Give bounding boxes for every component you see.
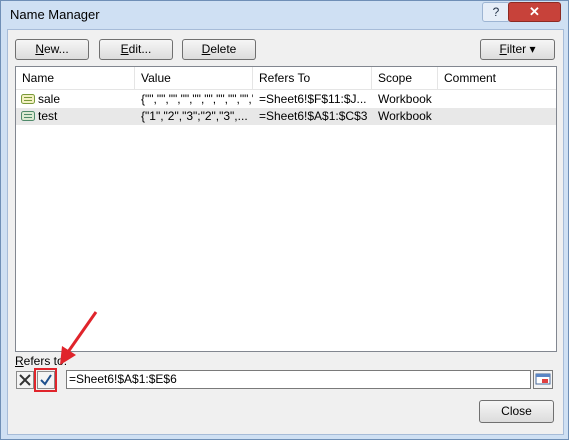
column-header-refers-to[interactable]: Refers To <box>253 67 372 89</box>
edit-accel: E <box>120 42 129 56</box>
table-row[interactable]: sale {"","","","","","","","","","... =S… <box>16 91 556 108</box>
close-button[interactable]: Close <box>479 400 554 423</box>
row-name: test <box>38 109 58 123</box>
refers-accel: R <box>15 354 24 368</box>
column-header-scope[interactable]: Scope <box>372 67 438 89</box>
delete-button[interactable]: Delete <box>182 39 256 60</box>
new-button[interactable]: New... <box>15 39 89 60</box>
new-label: ew... <box>43 42 69 56</box>
value-cell: {"1","2","3";"2","3",... <box>141 109 248 123</box>
help-button[interactable]: ? <box>482 2 510 22</box>
refers-to-input[interactable]: =Sheet6!$A$1:$E$6 <box>66 370 531 389</box>
named-range-icon <box>21 94 35 104</box>
name-cell: test <box>16 108 135 125</box>
named-range-icon <box>21 111 35 121</box>
refers-to-cell: =Sheet6!$F$11:$J... <box>259 92 367 106</box>
annotation-arrow-icon <box>60 311 98 365</box>
delete-label: elete <box>210 42 237 56</box>
column-header-comment[interactable]: Comment <box>438 67 556 89</box>
filter-dropdown-button[interactable]: Filter ▾ <box>480 39 555 60</box>
cancel-x-icon <box>19 374 31 386</box>
row-name: sale <box>38 92 61 106</box>
name-cell: sale <box>16 91 135 108</box>
filter-accel: F <box>499 42 507 56</box>
range-selector-icon <box>535 373 551 385</box>
column-header-name[interactable]: Name <box>16 67 135 89</box>
list-header: Name Value Refers To Scope Comment <box>16 67 556 90</box>
dialog-title: Name Manager <box>10 7 100 22</box>
delete-accel: D <box>201 42 211 56</box>
cancel-edit-button[interactable] <box>16 371 34 389</box>
comment-cell <box>438 91 556 108</box>
new-accel: N <box>35 42 44 56</box>
comment-cell <box>438 108 556 125</box>
name-manager-dialog: Name Manager ? ✕ New... Edit... Delete F… <box>0 0 569 440</box>
confirm-highlight-box <box>34 368 57 392</box>
column-header-value[interactable]: Value <box>135 67 253 89</box>
filter-label: ilter ▾ <box>506 42 536 56</box>
refers-to-cell: =Sheet6!$A$1:$C$3 <box>259 109 368 123</box>
value-cell: {"","","","","","","","","","... <box>141 92 253 106</box>
scope-cell: Workbook <box>378 92 432 106</box>
edit-label: dit... <box>128 42 152 56</box>
scope-cell: Workbook <box>378 109 432 123</box>
edit-button[interactable]: Edit... <box>99 39 173 60</box>
collapse-dialog-button[interactable] <box>533 370 553 389</box>
title-bar: Name Manager ? ✕ <box>1 1 568 29</box>
dialog-client: New... Edit... Delete Filter ▾ Name Valu… <box>7 29 564 435</box>
window-close-button[interactable]: ✕ <box>508 2 561 22</box>
table-row[interactable]: test {"1","2","3";"2","3",... =Sheet6!$A… <box>16 108 556 125</box>
